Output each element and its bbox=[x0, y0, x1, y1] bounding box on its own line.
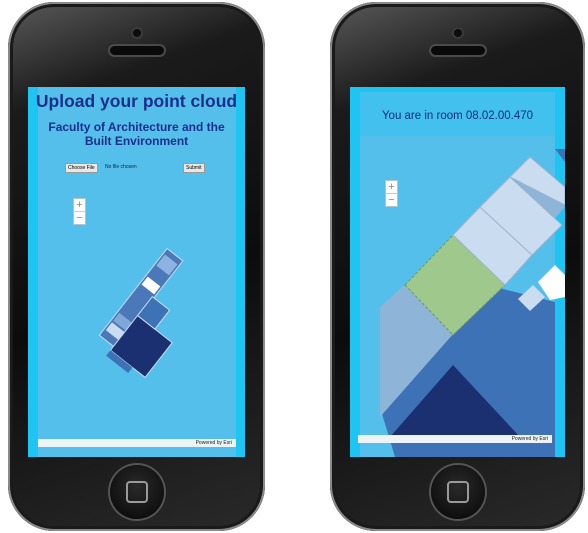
zoomed-floorplan-map[interactable] bbox=[350, 87, 565, 457]
phone-right: You are in room 08.02.00.470 + − Powered… bbox=[330, 2, 585, 531]
home-square-icon bbox=[446, 481, 469, 503]
home-button[interactable] bbox=[430, 465, 485, 519]
phone-left: Upload your point cloud Faculty of Archi… bbox=[8, 2, 265, 531]
camera-icon bbox=[132, 29, 141, 37]
zoom-out-button[interactable]: − bbox=[386, 193, 397, 206]
zoom-control: + − bbox=[385, 180, 398, 207]
speaker-grille bbox=[430, 46, 485, 55]
map-attribution: Powered by Esri bbox=[358, 435, 552, 443]
room-location-label: You are in room 08.02.00.470 bbox=[381, 110, 534, 122]
zoom-in-button[interactable]: + bbox=[386, 181, 397, 193]
floorplan-map bbox=[98, 247, 184, 379]
home-square-icon bbox=[125, 481, 148, 503]
dark-corner-room bbox=[555, 149, 565, 162]
map-attribution: Powered by Esri bbox=[38, 439, 236, 447]
speaker-grille bbox=[109, 46, 164, 55]
upload-screen: Upload your point cloud Faculty of Archi… bbox=[28, 87, 245, 457]
camera-icon bbox=[453, 29, 462, 37]
home-button[interactable] bbox=[109, 465, 164, 519]
location-screen: You are in room 08.02.00.470 + − Powered… bbox=[350, 87, 565, 457]
